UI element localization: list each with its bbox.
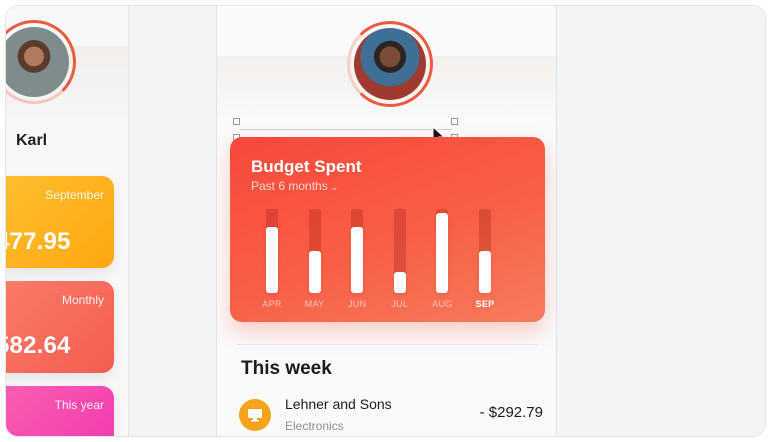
bar-label-may[interactable]: MAY bbox=[295, 299, 335, 309]
stat-card-this-year[interactable]: This year bbox=[6, 386, 114, 436]
bar-label-aug[interactable]: AUG bbox=[422, 299, 462, 309]
selection-handle[interactable] bbox=[451, 118, 458, 125]
app-window: Karl September 477.95 Monthly 582.64 Thi… bbox=[6, 6, 765, 436]
left-phone-screen: Karl September 477.95 Monthly 582.64 Thi… bbox=[6, 6, 128, 436]
artboard-divider bbox=[128, 6, 129, 436]
bar-sep[interactable] bbox=[479, 251, 491, 293]
bar-track-jun bbox=[351, 209, 364, 293]
bar-track-jul bbox=[393, 209, 406, 293]
stat-card-value: 582.64 bbox=[6, 332, 71, 359]
stat-card-label: September bbox=[45, 188, 104, 202]
budget-spent-card[interactable]: Budget Spent Past 6 months ⌄ APR MAY JUN JUL… bbox=[230, 137, 545, 322]
stat-card-label: Monthly bbox=[61, 293, 104, 307]
profile-name: Karl bbox=[16, 132, 48, 149]
bar-may[interactable] bbox=[308, 251, 321, 293]
transaction-amount: - $292.79 bbox=[479, 404, 543, 421]
transaction-category: Electronics bbox=[285, 419, 344, 433]
bar-track-apr bbox=[266, 209, 278, 293]
bar-jun[interactable] bbox=[351, 227, 364, 293]
canvas-background bbox=[557, 6, 765, 436]
selection-handle[interactable] bbox=[233, 118, 240, 125]
bar-jul[interactable] bbox=[393, 272, 406, 293]
bar-track-sep bbox=[479, 209, 491, 293]
transaction-name[interactable]: Lehner and Sons bbox=[285, 396, 392, 412]
stat-card-label: This year bbox=[54, 398, 104, 412]
stat-card-value: 477.95 bbox=[6, 228, 71, 255]
bar-track-aug bbox=[436, 209, 449, 293]
stat-card-monthly[interactable]: Monthly 582.64 bbox=[6, 281, 114, 373]
monitor-icon bbox=[239, 399, 271, 431]
period-selector[interactable]: Past 6 months ⌄ bbox=[251, 179, 338, 193]
bar-track-may bbox=[308, 209, 321, 293]
period-label: Past 6 months bbox=[251, 179, 328, 193]
avatar[interactable] bbox=[354, 28, 426, 100]
section-divider bbox=[237, 344, 538, 345]
section-title: This week bbox=[241, 358, 332, 379]
bar-label-sep[interactable]: SEP bbox=[465, 299, 505, 309]
budget-bar-chart bbox=[266, 209, 524, 293]
chevron-down-icon: ⌄ bbox=[330, 182, 339, 192]
bar-label-apr[interactable]: APR bbox=[252, 299, 292, 309]
selection-outline bbox=[240, 129, 452, 130]
stat-card-september[interactable]: September 477.95 bbox=[6, 176, 114, 268]
bar-label-jun[interactable]: JUN bbox=[337, 299, 377, 309]
budget-title: Budget Spent bbox=[251, 157, 362, 176]
bar-label-jul[interactable]: JUL bbox=[380, 299, 420, 309]
bar-apr[interactable] bbox=[266, 227, 278, 293]
bar-aug[interactable] bbox=[436, 213, 449, 293]
center-phone-screen: Budget Spent Past 6 months ⌄ APR MAY JUN JUL… bbox=[216, 6, 557, 436]
